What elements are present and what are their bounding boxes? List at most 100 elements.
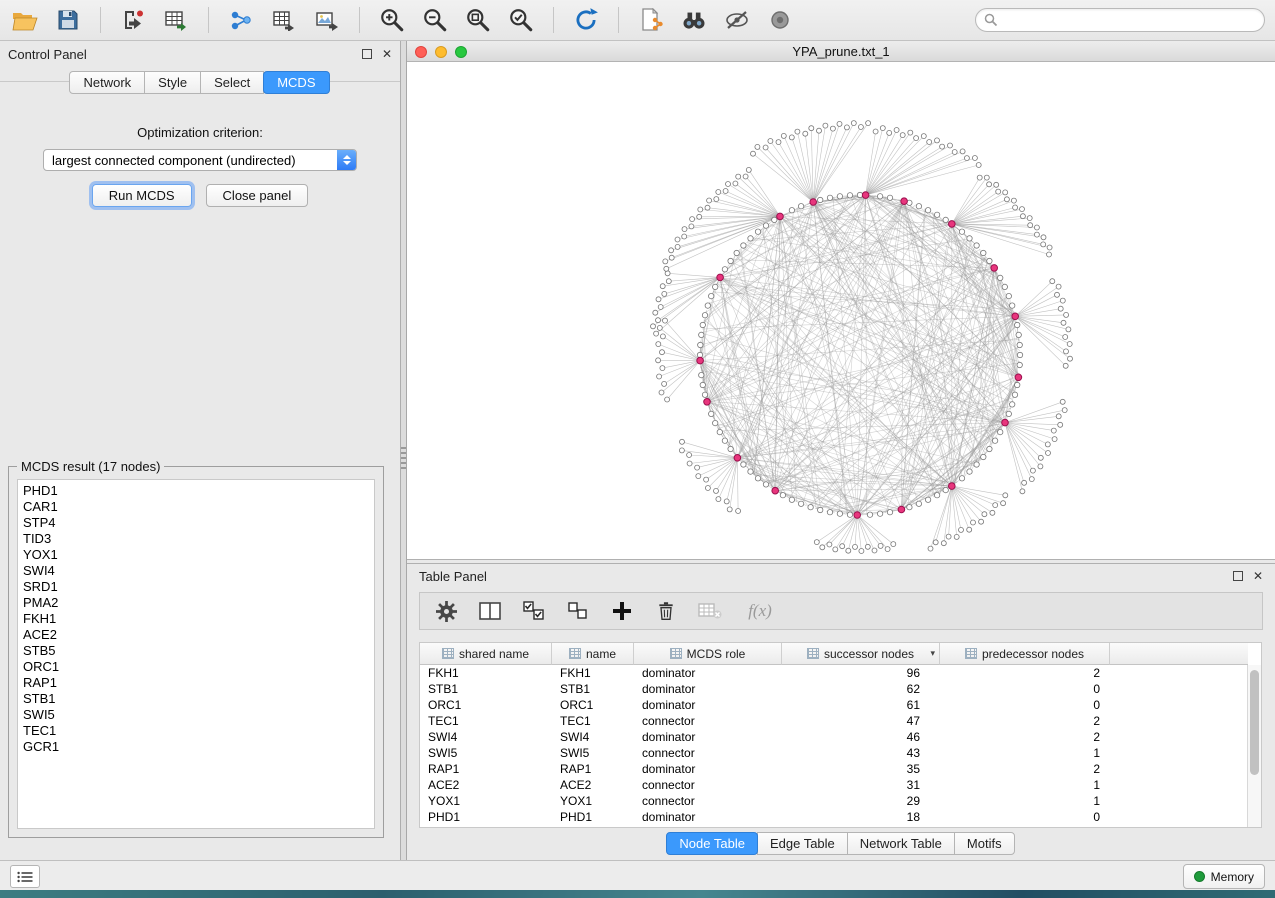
graph-leaf-node[interactable] [1001,501,1006,506]
graph-leaf-node[interactable] [935,138,940,143]
graph-leaf-node[interactable] [987,182,992,187]
table-cell[interactable]: dominator [634,809,782,825]
graph-node[interactable] [887,195,892,200]
graph-leaf-node[interactable] [660,334,665,339]
graph-node[interactable] [709,411,714,416]
graph-leaf-node[interactable] [1020,207,1025,212]
graph-leaf-node[interactable] [1058,422,1063,427]
graph-leaf-node[interactable] [1038,455,1043,460]
graph-node[interactable] [741,462,746,467]
graph-leaf-node[interactable] [705,486,710,491]
graph-mcds-node[interactable] [949,483,956,490]
graph-node[interactable] [1015,382,1020,387]
graph-node[interactable] [943,487,948,492]
table-row[interactable]: ORC1ORC1dominator610 [420,697,1261,713]
graph-node[interactable] [959,229,964,234]
table-cell[interactable]: SWI5 [420,745,552,761]
graph-node[interactable] [1010,303,1015,308]
graph-mcds-node[interactable] [898,506,905,513]
graph-leaf-node[interactable] [705,205,710,210]
table-cell[interactable]: ACE2 [420,777,552,793]
graph-node[interactable] [772,217,777,222]
graph-leaf-node[interactable] [1003,190,1008,195]
graph-leaf-node[interactable] [664,266,669,271]
graph-node[interactable] [1017,342,1022,347]
graph-leaf-node[interactable] [900,133,905,138]
graph-leaf-node[interactable] [940,144,945,149]
graph-leaf-node[interactable] [657,325,662,330]
table-row[interactable]: FKH1FKH1dominator962 [420,665,1261,681]
graph-node[interactable] [887,510,892,515]
graph-leaf-node[interactable] [1055,292,1060,297]
table-cell[interactable]: dominator [634,729,782,745]
table-cell[interactable]: TEC1 [552,713,634,729]
close-table-panel-icon[interactable]: ✕ [1253,570,1263,582]
graph-node[interactable] [700,382,705,387]
graph-leaf-node[interactable] [853,544,858,549]
graph-leaf-node[interactable] [996,189,1001,194]
graph-leaf-node[interactable] [967,527,972,532]
graph-leaf-node[interactable] [727,507,732,512]
graph-leaf-node[interactable] [979,519,984,524]
table-cell[interactable]: dominator [634,697,782,713]
graph-leaf-node[interactable] [994,182,999,187]
graph-leaf-node[interactable] [993,503,998,508]
graph-node[interactable] [974,243,979,248]
graph-leaf-node[interactable] [1046,451,1051,456]
table-tab-node-table[interactable]: Node Table [666,832,758,855]
table-cell[interactable]: 96 [782,665,940,681]
table-cell[interactable]: PHD1 [420,809,552,825]
graph-leaf-node[interactable] [1068,356,1073,361]
graph-leaf-node[interactable] [1060,399,1065,404]
graph-node[interactable] [748,469,753,474]
graph-leaf-node[interactable] [887,130,892,135]
graph-node[interactable] [998,275,1003,280]
column-header-predecessor-nodes[interactable]: predecessor nodes [940,643,1110,665]
graph-leaf-node[interactable] [716,190,721,195]
graph-node[interactable] [837,511,842,516]
graph-node[interactable] [728,258,733,263]
graph-leaf-node[interactable] [1064,312,1069,317]
table-cell[interactable]: PHD1 [552,809,634,825]
table-cell[interactable]: YOX1 [420,793,552,809]
graph-mcds-node[interactable] [862,192,869,199]
graph-node[interactable] [789,497,794,502]
graph-node[interactable] [702,392,707,397]
graph-leaf-node[interactable] [1020,214,1025,219]
graph-leaf-node[interactable] [768,139,773,144]
table-cell[interactable]: 31 [782,777,940,793]
graph-leaf-node[interactable] [1064,349,1069,354]
graph-node[interactable] [981,454,986,459]
graph-leaf-node[interactable] [1030,468,1035,473]
column-header-MCDS-role[interactable]: MCDS role [634,643,782,665]
share-document-button[interactable] [636,5,666,35]
graph-leaf-node[interactable] [733,181,738,186]
graph-node[interactable] [818,507,823,512]
graph-node[interactable] [974,462,979,467]
graph-leaf-node[interactable] [1047,245,1052,250]
graph-leaf-node[interactable] [1004,197,1009,202]
graph-node[interactable] [808,505,813,510]
mcds-result-item[interactable]: TEC1 [23,723,374,739]
graph-leaf-node[interactable] [959,527,964,532]
graph-node[interactable] [789,208,794,213]
graph-node[interactable] [763,482,768,487]
graph-leaf-node[interactable] [698,207,703,212]
graph-node[interactable] [916,501,921,506]
graph-leaf-node[interactable] [820,545,825,550]
graph-node[interactable] [734,250,739,255]
graph-leaf-node[interactable] [954,534,959,539]
graph-node[interactable] [700,322,705,327]
graph-leaf-node[interactable] [827,542,832,547]
table-cell[interactable]: TEC1 [420,713,552,729]
graph-leaf-node[interactable] [662,381,667,386]
graph-leaf-node[interactable] [960,149,965,154]
table-settings-button[interactable] [434,599,458,623]
graph-node[interactable] [987,446,992,451]
mcds-result-item[interactable]: ACE2 [23,627,374,643]
graph-node[interactable] [1015,322,1020,327]
graph-mcds-node[interactable] [697,357,704,364]
graph-leaf-node[interactable] [872,548,877,553]
graph-leaf-node[interactable] [972,156,977,161]
graph-node[interactable] [1006,411,1011,416]
